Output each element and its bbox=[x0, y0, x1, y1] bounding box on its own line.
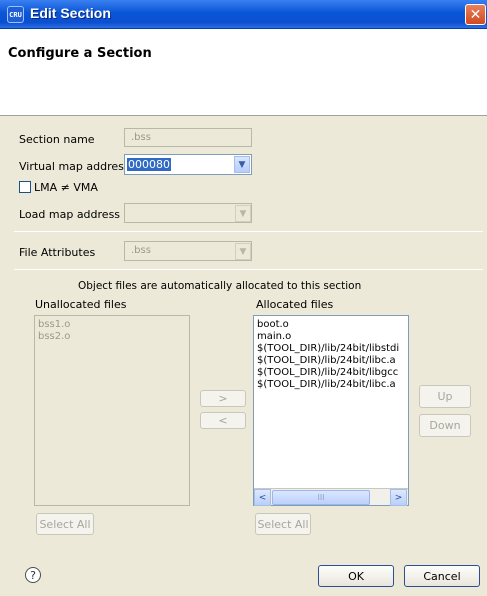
up-button-label: Up bbox=[437, 390, 453, 403]
lma-vma-checkbox[interactable] bbox=[19, 181, 31, 193]
virtual-map-label: Virtual map address bbox=[19, 160, 130, 173]
list-item[interactable]: bss2.o bbox=[38, 331, 186, 343]
list-item[interactable]: $(TOOL_DIR)/lib/24bit/libc.a bbox=[257, 379, 405, 391]
select-all-label: Select All bbox=[39, 517, 91, 531]
file-attributes-label: File Attributes bbox=[19, 246, 96, 259]
page-title: Configure a Section bbox=[8, 46, 152, 61]
cancel-button[interactable]: Cancel bbox=[404, 565, 480, 587]
chevron-left-icon: < bbox=[218, 414, 228, 427]
down-button[interactable]: Down bbox=[419, 414, 471, 437]
list-item[interactable]: bss1.o bbox=[38, 319, 186, 331]
chevron-right-icon: > bbox=[218, 392, 228, 405]
help-glyph: ? bbox=[30, 568, 36, 582]
grip-icon: III bbox=[317, 493, 325, 502]
window-title: Edit Section bbox=[30, 5, 111, 21]
lma-vma-label: LMA ≠ VMA bbox=[34, 181, 98, 194]
select-all-unallocated-button[interactable]: Select All bbox=[36, 513, 94, 535]
scroll-right-button[interactable]: > bbox=[390, 489, 407, 506]
ok-button[interactable]: OK bbox=[318, 565, 394, 587]
unallocated-files-label: Unallocated files bbox=[35, 298, 127, 311]
virtual-map-value: 000080 bbox=[127, 158, 171, 171]
scroll-left-icon: < bbox=[258, 492, 267, 503]
down-button-label: Down bbox=[429, 419, 461, 432]
up-button[interactable]: Up bbox=[419, 385, 471, 408]
list-item[interactable]: $(TOOL_DIR)/lib/24bit/libc.a bbox=[257, 355, 405, 367]
section-name-field: .bss bbox=[124, 128, 252, 147]
horizontal-scrollbar[interactable]: < III > bbox=[254, 488, 408, 506]
move-right-button[interactable]: > bbox=[200, 390, 246, 407]
unallocated-files-list[interactable]: bss1.o bss2.o bbox=[34, 315, 190, 506]
section-name-value: .bss bbox=[131, 132, 151, 143]
chevron-down-icon: ▼ bbox=[235, 205, 251, 222]
section-name-label: Section name bbox=[19, 133, 95, 146]
close-icon: ✕ bbox=[469, 6, 482, 23]
scroll-right-icon: > bbox=[394, 492, 403, 503]
load-map-combo: ▼ bbox=[124, 203, 252, 223]
file-attributes-value: .bss bbox=[131, 245, 151, 256]
virtual-map-combo[interactable]: 000080 ▼ bbox=[124, 154, 252, 175]
load-map-label: Load map address bbox=[19, 208, 121, 221]
chevron-down-icon[interactable]: ▼ bbox=[234, 156, 250, 173]
scroll-left-button[interactable]: < bbox=[254, 489, 271, 506]
list-item[interactable]: main.o bbox=[257, 331, 405, 343]
divider bbox=[14, 269, 483, 270]
allocation-info-text: Object files are automatically allocated… bbox=[78, 280, 362, 292]
dialog-header bbox=[0, 29, 487, 116]
allocated-files-list[interactable]: boot.o main.o $(TOOL_DIR)/lib/24bit/libs… bbox=[253, 315, 409, 506]
list-item[interactable]: $(TOOL_DIR)/lib/24bit/libstdi bbox=[257, 343, 405, 355]
cancel-button-label: Cancel bbox=[423, 569, 461, 583]
chevron-down-icon: ▼ bbox=[235, 243, 251, 260]
select-all-allocated-button[interactable]: Select All bbox=[255, 513, 311, 535]
help-icon[interactable]: ? bbox=[25, 567, 41, 583]
list-item[interactable]: $(TOOL_DIR)/lib/24bit/libgcc bbox=[257, 367, 405, 379]
file-attributes-combo: .bss ▼ bbox=[124, 241, 252, 261]
list-item[interactable]: boot.o bbox=[257, 319, 405, 331]
scroll-thumb[interactable]: III bbox=[272, 490, 370, 505]
app-icon-text: CRU bbox=[9, 10, 22, 19]
select-all-label: Select All bbox=[257, 517, 309, 531]
divider bbox=[14, 231, 483, 232]
close-button[interactable]: ✕ bbox=[465, 4, 486, 25]
move-left-button[interactable]: < bbox=[200, 412, 246, 429]
eclipse-app-icon: CRU bbox=[7, 6, 24, 23]
ok-button-label: OK bbox=[348, 569, 364, 583]
allocated-files-label: Allocated files bbox=[256, 298, 334, 311]
